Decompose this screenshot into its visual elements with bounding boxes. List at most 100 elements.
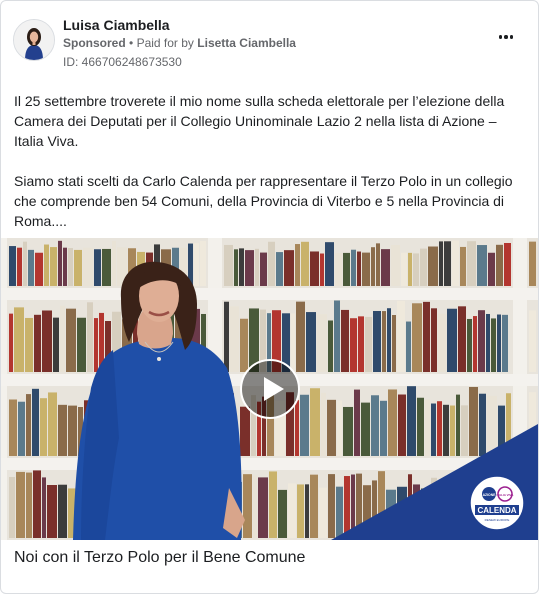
book-spine [387,308,391,372]
book-spine [335,253,342,286]
book-spine [380,400,387,456]
book-spine [230,306,239,372]
book-spine [397,300,405,372]
book-spine [437,401,442,456]
book-spine [423,301,430,372]
book-spine [358,316,364,372]
book-spine [200,241,206,286]
book-spine [243,474,252,538]
page-avatar[interactable] [13,19,55,61]
book-spine [382,311,386,372]
book-spine [94,318,98,372]
book-spine [413,253,419,286]
video-caption: Noi con il Terzo Polo per il Bene Comune [14,549,306,566]
more-dot [504,35,508,39]
book-spine [301,241,309,286]
book-spine [112,241,116,286]
book-spine [425,399,430,456]
svg-text:AZIONE: AZIONE [483,493,497,497]
book-spine [327,399,336,456]
book-spine [461,405,468,456]
book-spine [321,392,326,456]
book-spine [407,386,416,456]
book-spine [260,252,267,286]
book-spine [44,244,49,286]
book-spine [479,393,486,456]
play-button[interactable] [240,359,300,419]
sponsored-line: Sponsored • Paid for by Lisetta Ciambell… [63,36,296,50]
book-spine [83,247,93,286]
book-spine [467,241,476,286]
book-spine [456,394,460,456]
book-spine [488,252,495,286]
book-spine [26,394,31,456]
book-spine [239,248,244,286]
book-spine [18,401,25,456]
play-icon [240,359,300,419]
book-spine [9,476,15,538]
book-spine [444,241,451,286]
book-spine [467,318,472,372]
book-spine [376,243,380,286]
book-spine [74,249,82,286]
book-spine [268,241,275,286]
book-spine [68,405,77,456]
book-spine [354,389,360,456]
book-spine [32,388,39,456]
book-spine [328,320,333,372]
book-spine [337,400,342,456]
book-spine [452,240,459,286]
ad-id: ID: 466706248673530 [63,55,182,69]
book-spine [50,247,57,286]
book-spine [278,489,287,538]
book-spine [63,247,67,286]
book-spine [34,314,41,372]
book-spine [317,314,327,372]
book-spine [310,251,319,286]
book-spine [443,404,449,456]
book-spine [284,250,294,286]
book-spine [460,246,466,286]
book-spine [40,398,47,456]
book-spine [9,246,16,286]
book-spine [255,248,259,286]
book-spine [450,405,455,456]
book-spine [357,251,361,286]
book-spine [245,250,254,286]
book-spine [58,240,62,286]
book-spine [344,476,350,538]
separator-dot: • [129,36,134,50]
book-spine [412,303,422,372]
book-spine [47,485,57,538]
more-options-button[interactable] [494,29,518,45]
svg-text:ITALIA VIVA: ITALIA VIVA [497,493,515,497]
book-spine [102,248,111,286]
book-spine [300,394,309,456]
book-spine [388,389,397,456]
book-spine [361,402,370,456]
sponsored-label: Sponsored [63,36,126,50]
book-spine [428,246,438,286]
book-spine [25,317,33,372]
body-paragraph-1: Il 25 settembre troverete il mio nome su… [14,93,505,149]
book-spine [398,394,406,456]
book-spine [373,310,381,372]
book-spine [33,470,41,538]
payer-name: Lisetta Ciambella [197,36,296,50]
book-spine [343,252,350,286]
more-dot [509,35,514,39]
book-spine [42,477,46,538]
page-name[interactable]: Luisa Ciambella [63,17,170,33]
book-spine [529,241,536,286]
more-horizontal-icon [498,35,503,39]
book-spine [469,386,478,456]
book-spine [310,474,318,538]
book-spine [16,471,25,538]
book-spine [9,313,13,372]
book-spine [68,248,73,286]
book-spine [53,317,59,372]
avatar-image [14,20,54,60]
book-spine [497,314,501,372]
book-spine [408,252,412,286]
book-spine [258,477,268,538]
